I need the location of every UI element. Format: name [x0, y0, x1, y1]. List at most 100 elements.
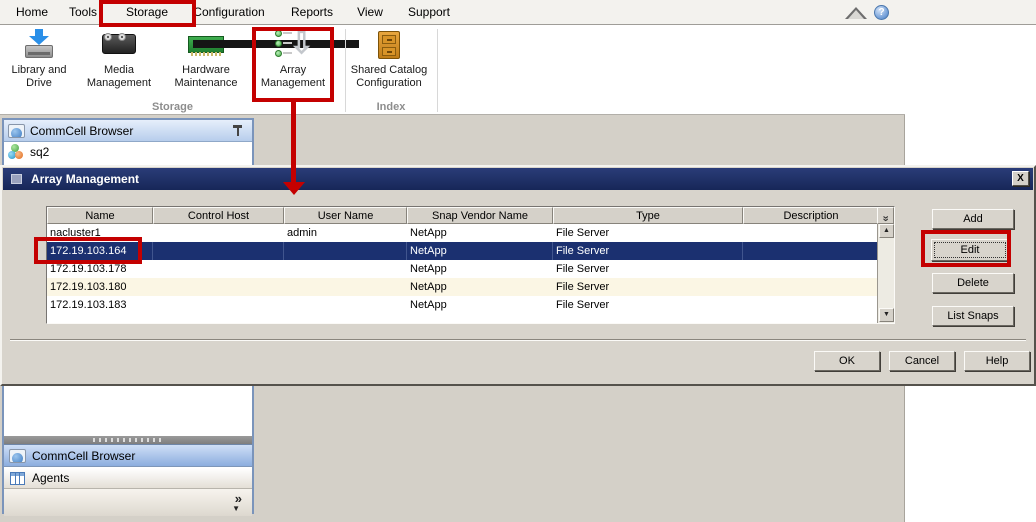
table-cell [153, 242, 284, 260]
panel-splitter-handle[interactable] [4, 436, 252, 444]
ribbon-hardware-maintenance-button[interactable]: Hardware Maintenance [164, 28, 248, 100]
ribbon-media-management-button[interactable]: Media Management [76, 28, 162, 100]
commcell-node-icon [8, 144, 25, 160]
table-cell: NetApp [407, 242, 553, 260]
annotation-box-selected-array [34, 237, 142, 264]
chevron-down-icon[interactable] [232, 504, 240, 513]
accordion-commcell-browser[interactable]: CommCell Browser [4, 444, 252, 467]
add-button[interactable]: Add [932, 209, 1014, 229]
table-cell: File Server [553, 224, 743, 242]
tree-node-sq2[interactable]: sq2 [4, 142, 252, 162]
ribbon-label: Hardware [182, 64, 230, 77]
column-chooser-icon[interactable] [877, 207, 894, 224]
table-cell [153, 278, 284, 296]
menu-tools[interactable]: Tools [62, 0, 104, 24]
table-cell: File Server [553, 278, 743, 296]
commcell-browser-panel-header[interactable]: CommCell Browser [4, 120, 252, 142]
ribbon-label: Configuration [356, 77, 421, 90]
table-cell [153, 224, 284, 242]
ribbon-library-and-drive-button[interactable]: Library and Drive [6, 28, 72, 100]
scroll-up-icon[interactable] [879, 224, 894, 238]
table-cell [743, 296, 879, 314]
ok-button[interactable]: OK [814, 351, 880, 371]
table-row-172.19.103.180[interactable]: 172.19.103.180NetAppFile Server [47, 278, 879, 296]
pin-icon[interactable] [233, 125, 242, 137]
table-cell: 172.19.103.180 [47, 278, 153, 296]
ribbon-shared-catalog-button[interactable]: Shared Catalog Configuration [342, 28, 436, 100]
help-icon[interactable]: ? [874, 5, 889, 20]
table-cell: 172.19.103.183 [47, 296, 153, 314]
table-cell [153, 296, 284, 314]
table-cell: File Server [553, 296, 743, 314]
ribbon-group-index-label: Index [345, 101, 437, 113]
table-row-172.19.103.178[interactable]: 172.19.103.178NetAppFile Server [47, 260, 879, 278]
screenshot-canvas: Home Tools Storage Configuration Reports… [0, 0, 1036, 522]
column-header-description[interactable]: Description [743, 207, 879, 224]
panel-bottom-bar [4, 489, 252, 516]
agents-grid-icon [10, 472, 25, 485]
table-cell [153, 260, 284, 278]
column-header-name[interactable]: Name [47, 207, 153, 224]
table-cell: NetApp [407, 224, 553, 242]
column-header-snap-vendor-name[interactable]: Snap Vendor Name [407, 207, 553, 224]
menu-home[interactable]: Home [12, 0, 52, 24]
tree-node-label: sq2 [30, 145, 49, 159]
annotation-box-array-management [252, 27, 334, 102]
annotation-arrow-line [291, 101, 296, 184]
table-row-172.19.103.164[interactable]: 172.19.103.164NetAppFile Server [47, 242, 879, 260]
table-row-172.19.103.183[interactable]: 172.19.103.183 NetAppFile Server [47, 296, 879, 314]
ribbon-label: Management [87, 77, 151, 90]
menu-view[interactable]: View [352, 0, 388, 24]
column-header-control-host[interactable]: Control Host [153, 207, 284, 224]
library-drive-icon [19, 28, 59, 64]
help-button[interactable]: Help [964, 351, 1030, 371]
panel-title-label: CommCell Browser [30, 124, 133, 138]
array-table: NameControl HostUser NameSnap Vendor Nam… [46, 206, 895, 324]
table-cell [743, 242, 879, 260]
ribbon-group-separator [345, 29, 346, 112]
commcell-browser-icon [8, 124, 25, 138]
ribbon-label: Shared Catalog [351, 64, 427, 77]
table-cell [284, 278, 407, 296]
ribbon-label: Maintenance [175, 77, 238, 90]
table-cell [284, 296, 407, 314]
delete-button[interactable]: Delete [932, 273, 1014, 293]
table-cell [743, 260, 879, 278]
scroll-down-icon[interactable] [879, 308, 894, 322]
close-icon[interactable]: X [1012, 171, 1029, 186]
column-header-type[interactable]: Type [553, 207, 743, 224]
table-row-nacluster1[interactable]: nacluster1adminNetAppFile Server [47, 224, 879, 242]
ribbon-label: Media [104, 64, 134, 77]
menu-support[interactable]: Support [402, 0, 456, 24]
table-cell [284, 260, 407, 278]
collapse-ribbon-icon[interactable] [845, 7, 867, 19]
dialog-separator [10, 339, 1026, 341]
table-cell: NetApp [407, 296, 553, 314]
accordion-agents[interactable]: Agents [4, 468, 252, 489]
annotation-box-storage-menu [99, 0, 196, 27]
column-header-user-name[interactable]: User Name [284, 207, 407, 224]
table-cell: NetApp [407, 260, 553, 278]
table-cell: File Server [553, 260, 743, 278]
dialog-icon [11, 174, 22, 184]
table-cell [743, 224, 879, 242]
dialog-title-bar[interactable]: Array Management [3, 168, 1033, 190]
annotation-box-edit-button [921, 230, 1011, 267]
ribbon-toolbar: Library and Drive Media Management Hardw… [0, 25, 905, 115]
array-management-dialog: Array Management X NameControl HostUser … [0, 165, 1036, 386]
accordion-label: CommCell Browser [32, 449, 135, 463]
accordion-label: Agents [32, 471, 69, 485]
media-cassette-icon [99, 28, 139, 64]
table-scrollbar[interactable] [877, 224, 894, 323]
table-cell [284, 242, 407, 260]
catalog-cabinet-icon [369, 28, 409, 64]
table-header-row: NameControl HostUser NameSnap Vendor Nam… [47, 207, 879, 224]
list-snaps-button[interactable]: List Snaps [932, 306, 1014, 326]
table-cell: admin [284, 224, 407, 242]
menu-configuration[interactable]: Configuration [186, 0, 272, 24]
ribbon-group-separator [437, 29, 438, 112]
ram-module-icon [186, 28, 226, 64]
cancel-button[interactable]: Cancel [889, 351, 955, 371]
table-body: nacluster1adminNetAppFile Server172.19.1… [47, 224, 879, 314]
menu-reports[interactable]: Reports [286, 0, 338, 24]
